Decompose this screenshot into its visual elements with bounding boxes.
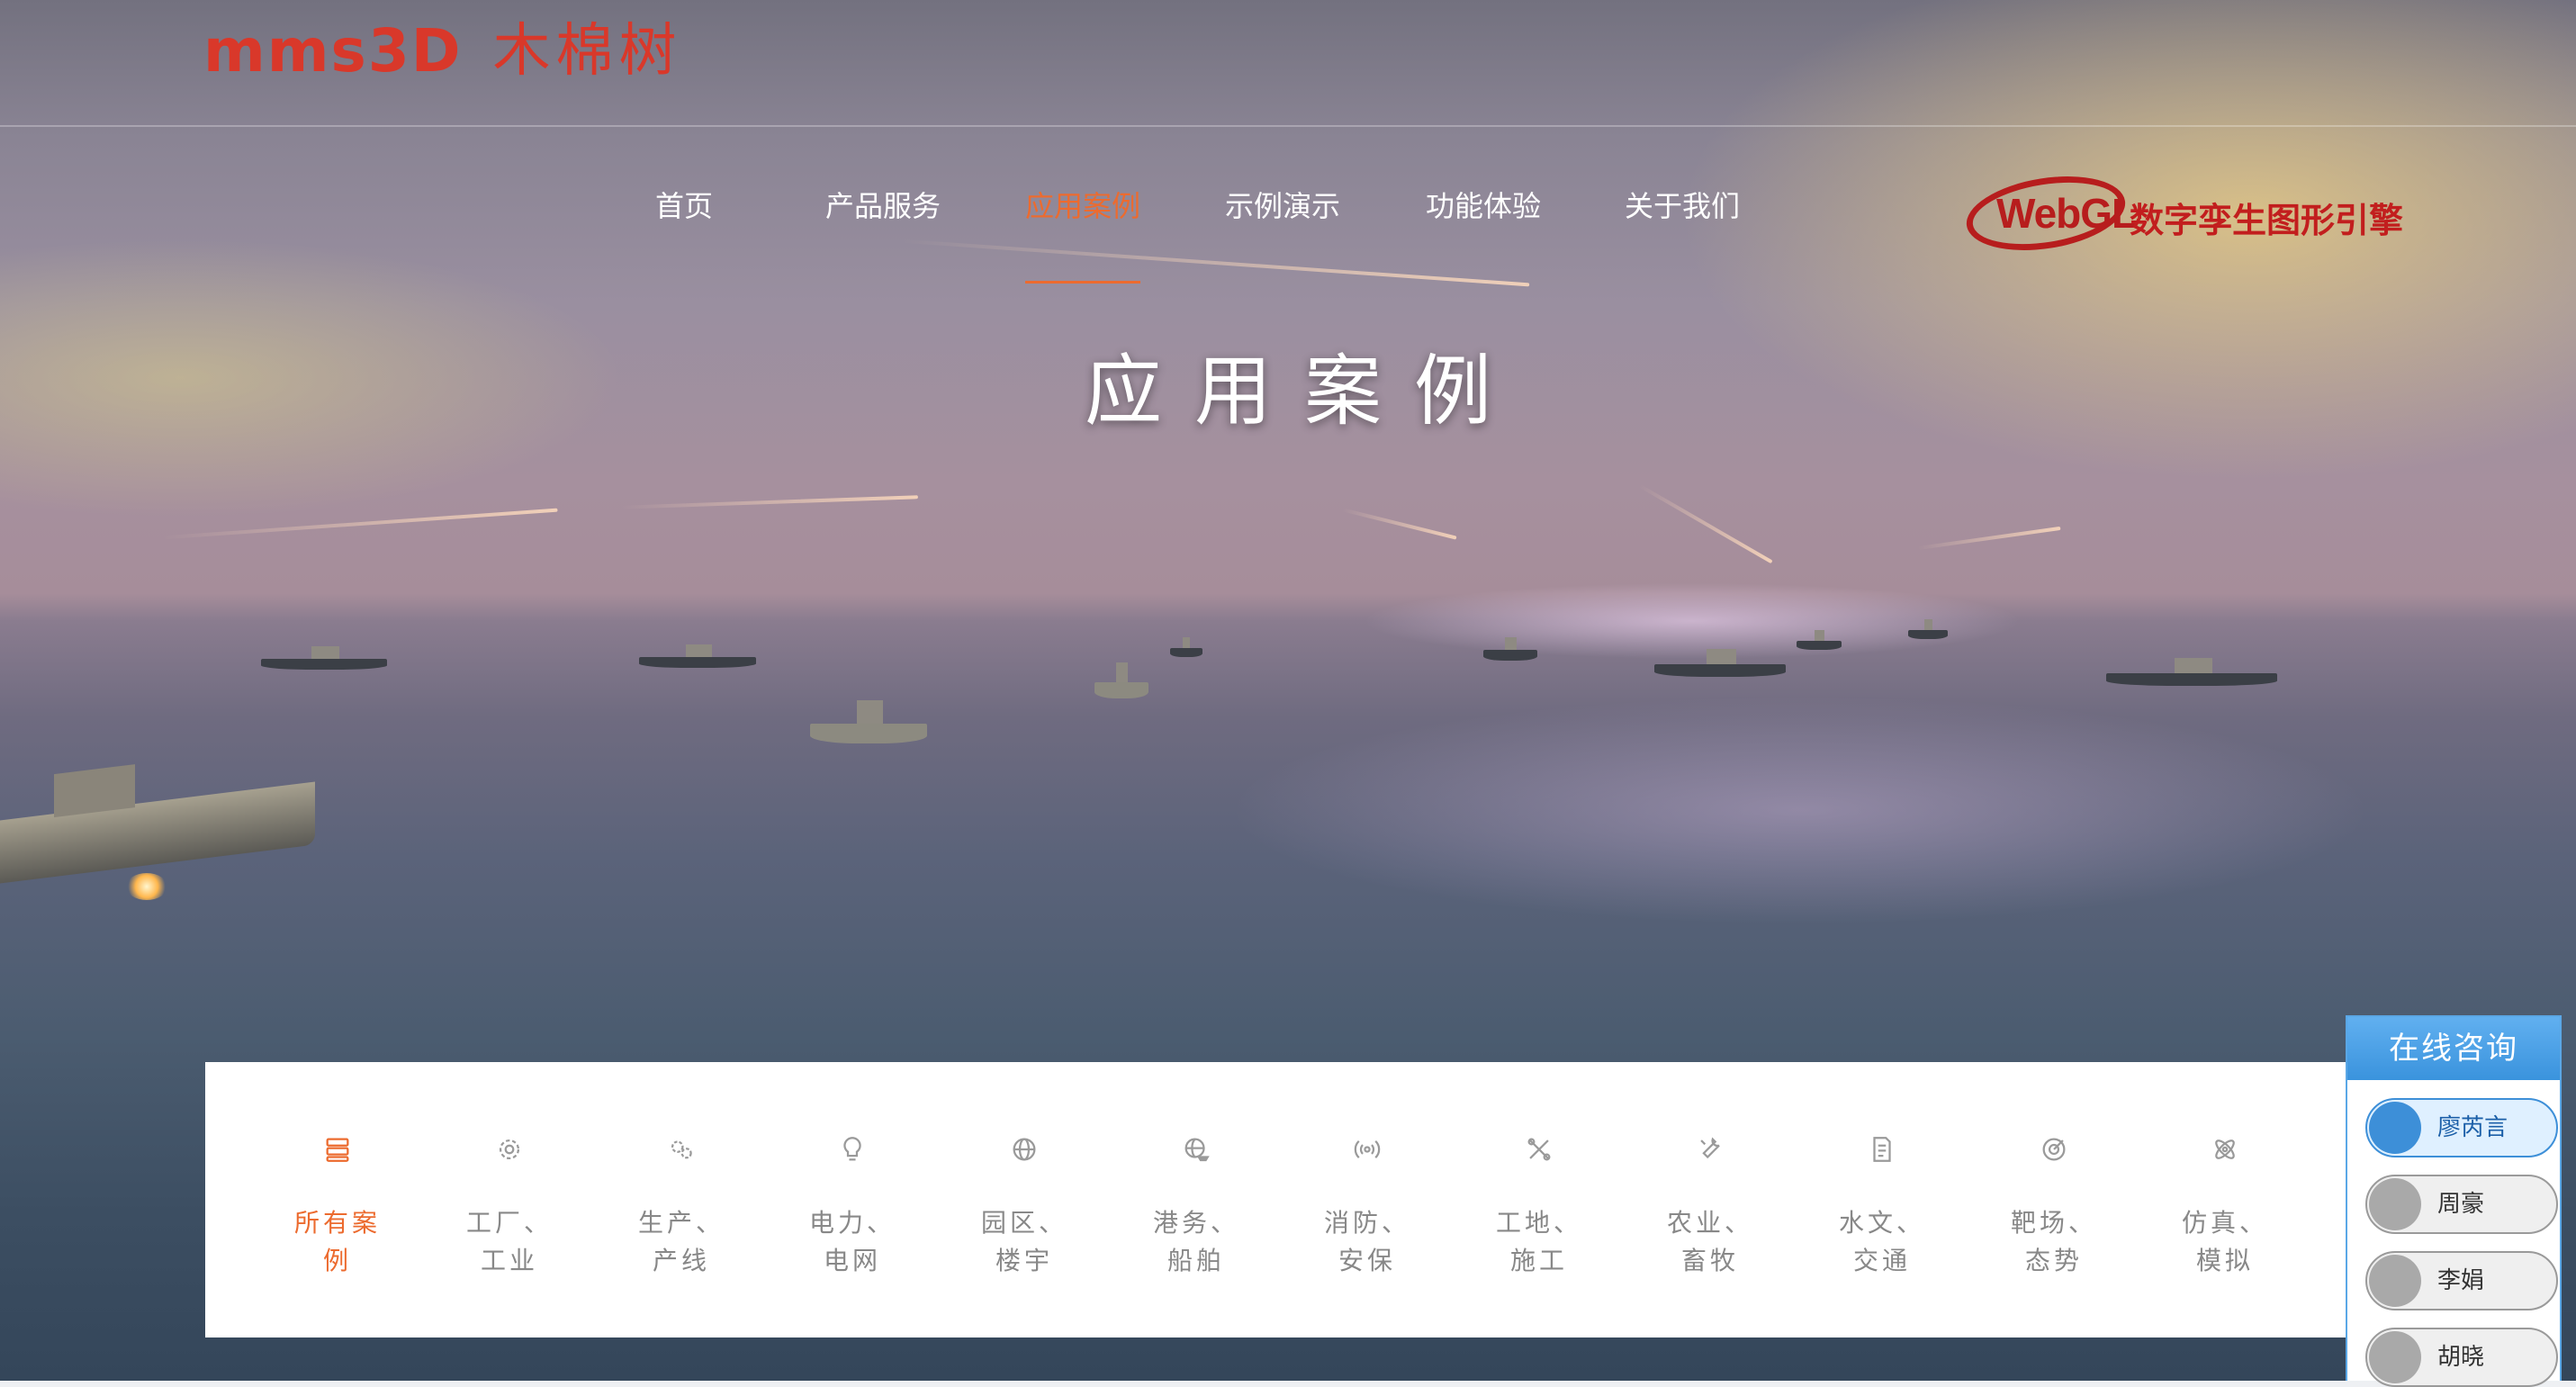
webgl-badge: WebGL 数字孪生图形引擎 [1960,166,2403,261]
document-icon [1873,1137,1891,1162]
category-panel: 所有案例 工厂、工业 生产、产线 电力、电网 园区、楼宇 港务、船舶 消防、安保… [205,1062,2347,1337]
category-label: 仿真、模拟 [2181,1208,2268,1275]
avatar [2369,1255,2421,1307]
missile-trail [621,495,918,509]
missile-trail [1917,526,2061,551]
category-simulation[interactable]: 仿真、模拟 [2148,1134,2301,1280]
tools-icon [1527,1138,1551,1161]
ship [1170,637,1202,657]
ship [1797,630,1842,650]
category-all[interactable]: 所有案例 [261,1134,414,1280]
ship [1094,662,1148,698]
missile-trail [1638,483,1773,564]
gears-icon [671,1140,692,1159]
avatar [2369,1331,2421,1383]
gear-icon [499,1139,520,1160]
consult-agent[interactable]: 廖芮言 [2365,1098,2558,1157]
badge-caption: 数字孪生图形引擎 [2130,200,2404,240]
category-agriculture[interactable]: 农业、畜牧 [1634,1134,1787,1280]
agent-name: 李娟 [2437,1267,2485,1294]
target-icon [2042,1138,2066,1161]
category-label: 消防、安保 [1323,1208,1410,1275]
category-hydrology[interactable]: 水文、交通 [1806,1134,1959,1280]
wrench-icon [1700,1137,1720,1159]
online-consult-panel: 在线咨询 廖芮言 周豪 李娟 胡晓 [2346,1015,2562,1387]
category-power[interactable]: 电力、电网 [776,1134,929,1280]
signal-icon [1354,1139,1381,1159]
category-fire[interactable]: 消防、安保 [1291,1134,1444,1280]
category-label: 港务、船舶 [1152,1208,1239,1275]
category-label: 水文、交通 [1838,1208,1925,1275]
agent-name: 胡晓 [2437,1344,2485,1371]
missile-trail [1342,508,1457,540]
category-range[interactable]: 靶场、态势 [1977,1134,2130,1280]
consult-agent[interactable]: 周豪 [2365,1175,2558,1234]
logo-mark: mms3D [203,16,463,86]
ship [1654,649,1786,677]
consult-agent[interactable]: 李娟 [2365,1251,2558,1310]
agent-name: 周豪 [2437,1191,2485,1218]
ship [261,645,387,670]
category-label: 工地、施工 [1495,1208,1582,1275]
lightbulb-icon [843,1137,861,1161]
logo-chinese: 木棉树 [492,18,682,85]
category-construction[interactable]: 工地、施工 [1463,1134,1616,1280]
agent-name: 廖芮言 [2437,1114,2508,1141]
list-icon [326,1138,349,1162]
category-label: 生产、产线 [637,1208,725,1275]
nav-cases[interactable]: 应用案例 [1025,184,1141,284]
muzzle-flash [126,873,167,900]
missile-trail [900,239,1530,287]
category-label: 所有案例 [293,1208,381,1275]
nav-about[interactable]: 关于我们 [1625,184,1740,229]
consult-title: 在线咨询 [2347,1017,2560,1080]
category-label: 靶场、态势 [2010,1208,2097,1275]
ship [810,699,927,743]
avatar [2369,1178,2421,1230]
webgl-text: WebGL [1996,190,2137,237]
nav-products[interactable]: 产品服务 [825,184,941,229]
top-bar: mms3D 木棉树 [0,0,2576,127]
atom-icon [2215,1139,2235,1159]
avatar [2369,1102,2421,1154]
category-label: 园区、楼宇 [980,1208,1067,1275]
ship [639,644,756,668]
ship [1908,619,1948,639]
category-park[interactable]: 园区、楼宇 [948,1134,1101,1280]
category-production[interactable]: 生产、产线 [605,1134,758,1280]
site-logo[interactable]: mms3D 木棉树 [203,22,682,81]
category-label: 工厂、工业 [465,1208,553,1275]
missile-trail [162,508,558,540]
nav-demos[interactable]: 示例演示 [1225,184,1340,229]
ship [0,781,315,884]
category-port[interactable]: 港务、船舶 [1120,1134,1273,1280]
category-label: 农业、畜牧 [1666,1208,1753,1275]
page-title: 应用案例 [1085,347,1524,437]
globe-icon [1013,1138,1036,1161]
nav-home[interactable]: 首页 [655,184,713,229]
category-label: 电力、电网 [808,1208,896,1275]
ship [1483,636,1537,661]
consult-agent[interactable]: 胡晓 [2365,1328,2558,1387]
world-ship-icon [1184,1138,1210,1162]
nav-features[interactable]: 功能体验 [1426,184,1541,229]
category-factory[interactable]: 工厂、工业 [433,1134,586,1280]
ship [2106,658,2277,686]
